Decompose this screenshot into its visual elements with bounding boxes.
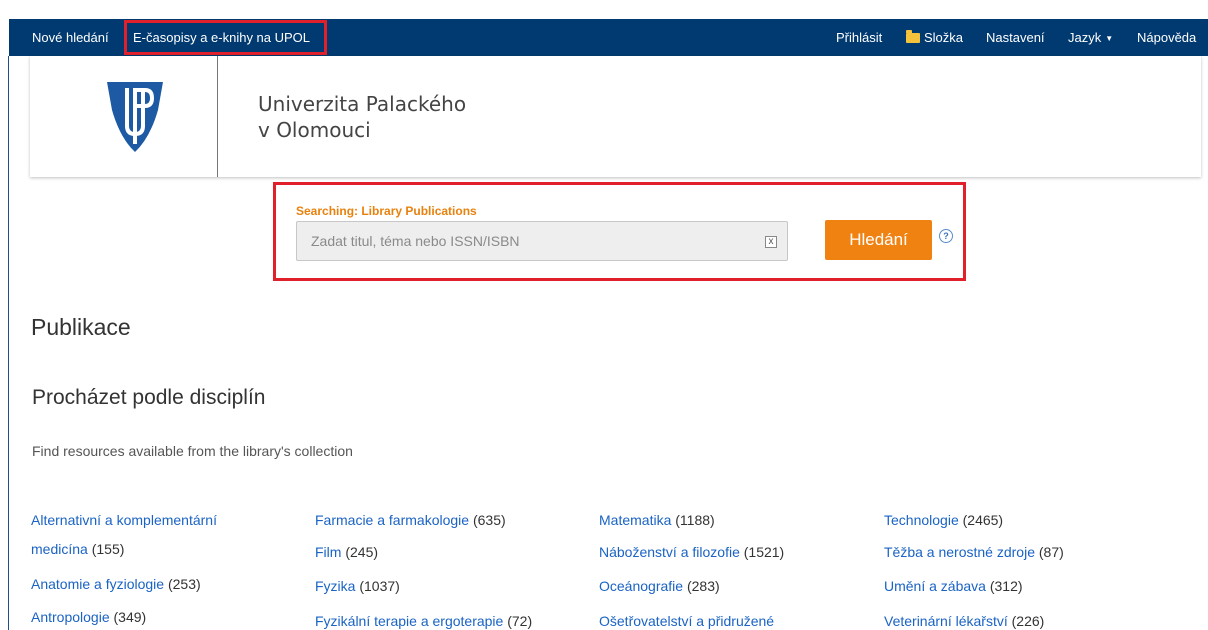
left-edge-line	[8, 56, 9, 630]
discipline-link[interactable]: Umění a zábava	[884, 578, 986, 594]
discipline-count: (635)	[472, 512, 506, 528]
university-name-line2: v Olomouci	[258, 118, 371, 142]
discipline-item[interactable]: Veterinární lékařství (226)	[884, 611, 1044, 630]
university-name-line1: Univerzita Palackého	[258, 92, 467, 116]
discipline-count: (253)	[167, 576, 201, 592]
search-field-wrapper: x	[296, 221, 788, 261]
discipline-link[interactable]: Veterinární lékařství	[884, 613, 1008, 629]
discipline-item[interactable]: Umění a zábava (312)	[884, 576, 1023, 596]
discipline-item[interactable]: Těžba a nerostné zdroje (87)	[884, 542, 1064, 562]
discipline-count: (312)	[989, 578, 1023, 594]
help-icon[interactable]: ?	[939, 229, 953, 243]
discipline-item[interactable]: Technologie (2465)	[884, 510, 1003, 530]
discipline-item[interactable]: Matematika (1188)	[599, 510, 715, 530]
discipline-item[interactable]: Fyzikální terapie a ergoterapie (72)	[315, 611, 532, 630]
search-input[interactable]	[297, 222, 787, 260]
browse-heading: Procházet podle disciplín	[32, 386, 266, 409]
discipline-link[interactable]: Fyzika	[315, 578, 355, 594]
browse-description: Find resources available from the librar…	[32, 443, 353, 459]
search-button[interactable]: Hledání	[825, 220, 932, 260]
discipline-item[interactable]: Alternativní a komplementární	[31, 510, 217, 530]
nav-new-search[interactable]: Nové hledání	[32, 19, 109, 56]
discipline-count: (283)	[686, 578, 720, 594]
discipline-link[interactable]: Těžba a nerostné zdroje	[884, 544, 1035, 560]
discipline-item[interactable]: Náboženství a filozofie (1521)	[599, 542, 784, 562]
discipline-link[interactable]: Farmacie a farmakologie	[315, 512, 469, 528]
site-header: Univerzita Palackého v Olomouci	[30, 56, 1201, 177]
nav-folder-label: Složka	[924, 30, 964, 45]
discipline-count: (1521)	[743, 544, 785, 560]
discipline-item[interactable]: Antropologie (349)	[31, 607, 146, 627]
clear-search-icon[interactable]: x	[765, 236, 777, 248]
search-scope-label: Searching: Library Publications	[296, 204, 477, 218]
discipline-item[interactable]: Anatomie a fyziologie (253)	[31, 574, 201, 594]
discipline-count: (1037)	[359, 578, 400, 594]
discipline-link[interactable]: Alternativní a komplementární	[31, 512, 217, 528]
university-logo[interactable]	[105, 80, 165, 154]
discipline-count: (87)	[1038, 544, 1064, 560]
highlight-frame	[124, 20, 327, 55]
discipline-count: (155)	[91, 541, 125, 557]
discipline-count: (1188)	[675, 512, 715, 528]
discipline-item[interactable]: Oceánografie (283)	[599, 576, 720, 596]
discipline-link[interactable]: Antropologie	[31, 609, 110, 625]
discipline-count: (72)	[507, 613, 533, 629]
discipline-link[interactable]: Anatomie a fyziologie	[31, 576, 164, 592]
discipline-link[interactable]: Film	[315, 544, 341, 560]
discipline-item[interactable]: Film (245)	[315, 542, 378, 562]
discipline-link[interactable]: Náboženství a filozofie	[599, 544, 740, 560]
search-panel: Searching: Library Publications x Hledán…	[273, 182, 966, 281]
discipline-link[interactable]: medicína	[31, 541, 88, 557]
discipline-count: (226)	[1011, 613, 1045, 629]
nav-login[interactable]: Přihlásit	[836, 19, 882, 56]
discipline-count: (349)	[113, 609, 147, 625]
university-name: Univerzita Palackého v Olomouci	[258, 91, 466, 143]
discipline-count: (2465)	[962, 512, 1004, 528]
discipline-item[interactable]: Fyzika (1037)	[315, 576, 400, 596]
discipline-link[interactable]: Fyzikální terapie a ergoterapie	[315, 613, 503, 629]
nav-language[interactable]: Jazyk ▼	[1068, 19, 1113, 56]
header-divider	[217, 56, 218, 177]
discipline-link[interactable]: Oceánografie	[599, 578, 683, 594]
discipline-item[interactable]: Farmacie a farmakologie (635)	[315, 510, 506, 530]
caret-down-icon: ▼	[1105, 34, 1114, 43]
discipline-link[interactable]: Ošetřovatelství a přidružené	[599, 613, 774, 629]
nav-help[interactable]: Nápověda	[1137, 19, 1196, 56]
discipline-item[interactable]: Ošetřovatelství a přidružené	[599, 611, 774, 630]
discipline-link[interactable]: Technologie	[884, 512, 959, 528]
nav-settings[interactable]: Nastavení	[986, 19, 1045, 56]
discipline-link[interactable]: Matematika	[599, 512, 671, 528]
nav-language-label: Jazyk	[1068, 30, 1102, 45]
page-title: Publikace	[31, 314, 131, 340]
folder-icon	[906, 30, 920, 43]
discipline-item[interactable]: medicína (155)	[31, 539, 124, 559]
nav-folder[interactable]: Složka	[906, 19, 963, 56]
top-navbar: Nové hledání E-časopisy a e-knihy na UPO…	[9, 19, 1208, 56]
discipline-count: (245)	[345, 544, 379, 560]
